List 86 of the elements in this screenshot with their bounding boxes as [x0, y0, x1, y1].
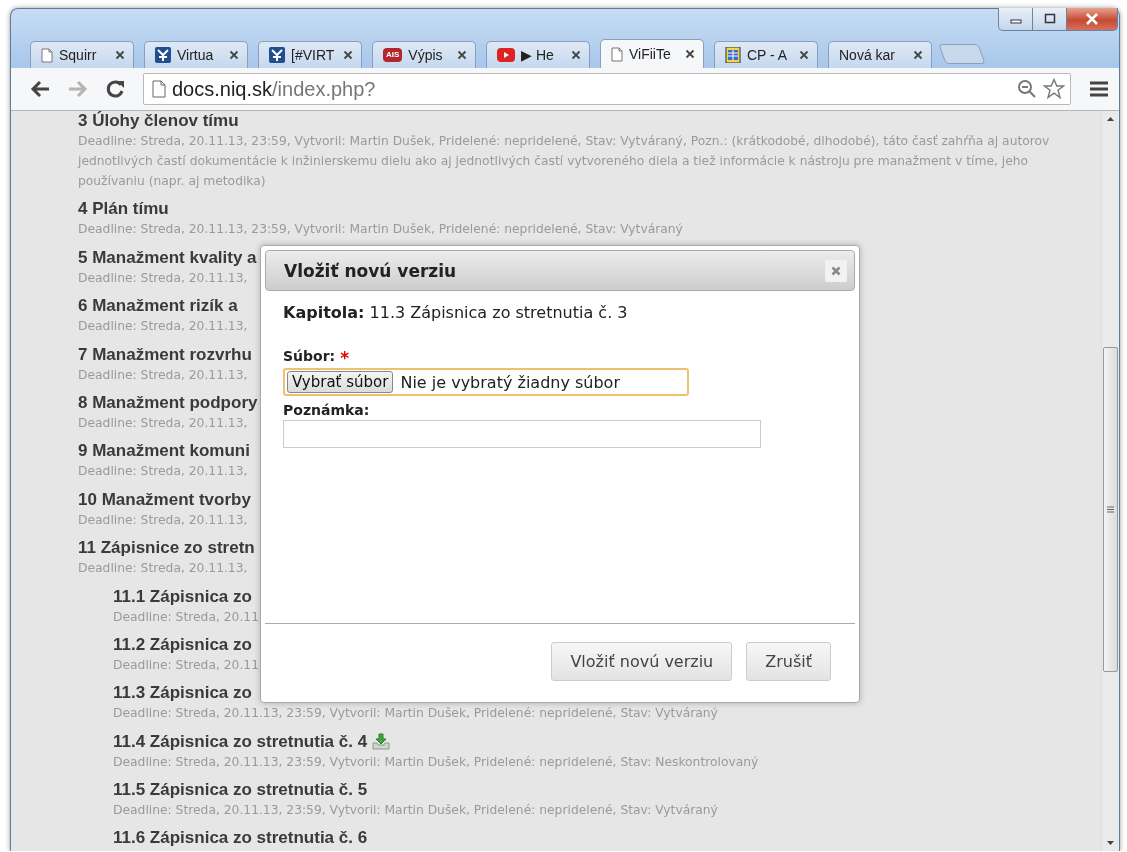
close-icon — [1085, 13, 1099, 25]
grip-icon — [1106, 506, 1115, 513]
chapter-title[interactable]: 11.2 Zápisnica zo — [113, 634, 252, 655]
chapter-title[interactable]: 11.1 Zápisnica zo — [113, 586, 252, 607]
close-icon[interactable] — [571, 50, 581, 60]
badge-icon: AIS — [383, 48, 403, 62]
close-icon[interactable] — [685, 49, 695, 59]
star-icon[interactable] — [1043, 78, 1065, 100]
browser-tab[interactable]: AIS Výpis — [372, 41, 476, 68]
browser-tab[interactable]: ▶ He — [486, 41, 590, 68]
chapter-title[interactable]: 8 Manažment podpory — [78, 392, 258, 413]
chapter-details: Deadline: Streda, 20.11 — [113, 656, 259, 674]
dialog-button[interactable]: Zrušiť — [746, 641, 831, 681]
choose-file-button[interactable]: Vybrať súbor — [287, 371, 394, 393]
browser-tab[interactable]: Squirr — [30, 41, 134, 68]
url-text: docs.niq.sk/index.php? — [172, 77, 376, 101]
chapter-title[interactable]: 7 Manažment rozvrhu — [78, 344, 252, 365]
page-icon — [152, 80, 166, 98]
close-icon — [831, 265, 841, 276]
tab-title: [#VIRT — [291, 47, 336, 63]
browser-tab[interactable]: Nová kar — [828, 41, 932, 68]
chapter-line: Kapitola: 11.3 Zápisnica zo stretnutia č. 3 — [283, 303, 629, 322]
chapter-title[interactable]: 4 Plán tímu — [78, 199, 169, 220]
page-icon — [41, 47, 53, 63]
chapter-details: Deadline: Streda, 20.11.13, 23:59, Vytvoril: Martin Dušek, Pridelené: nepridelené, Stav: Vytváraný — [113, 802, 718, 820]
chapter-details: Deadline: Streda, 20.11.13, — [78, 269, 248, 287]
chapter-title[interactable]: 10 Manažment tvorby — [78, 489, 251, 510]
chapter-title[interactable]: 6 Manažment rizík a — [78, 296, 238, 317]
chapter-title[interactable]: 11.5 Zápisnica zo stretnutia č. 5 — [113, 780, 368, 801]
download-icon[interactable] — [371, 732, 392, 751]
chapter-details: Deadline: Streda, 20.11.13, — [78, 414, 248, 432]
tab-title: Výpis — [408, 47, 444, 63]
file-input[interactable]: Vybrať súbor Nie je vybratý žiadny súbor — [283, 368, 689, 396]
chapter-title[interactable]: 11 Zápisnice zo stretn — [78, 538, 255, 559]
address-bar[interactable]: docs.niq.sk/index.php? — [143, 73, 1071, 105]
close-button[interactable] — [1067, 8, 1118, 31]
chapter-title[interactable]: 5 Manažment kvality a — [78, 247, 257, 268]
page-icon — [611, 46, 623, 62]
field-label: Poznámka: — [283, 402, 370, 418]
chapter-title[interactable]: 11.6 Zápisnica zo stretnutia č. 6 — [113, 828, 368, 849]
maximize-button[interactable] — [1033, 8, 1067, 31]
chapter-details: Deadline: Streda, 20.11.13, 23:59, Vytvoril: Martin Dušek, Pridelené: nepridelené, Stav: Vytváraný — [113, 705, 718, 723]
reload-icon[interactable] — [105, 79, 127, 99]
chapter-details: Deadline: Streda, 20.11.13, 23:59, Vytvoril: Martin Dušek, Pridelené: nepridelené, Stav: Neskontrolovaný — [113, 753, 759, 771]
tab-title: ▶ He — [521, 47, 555, 63]
close-icon[interactable] — [799, 50, 809, 60]
dialog-title: Vložiť novú verziu — [284, 260, 457, 281]
browser-tab[interactable]: CP - A — [714, 41, 818, 68]
chapter-details: Deadline: Streda, 20.11 — [113, 608, 259, 626]
chapter-title[interactable]: 9 Manažment komuni — [78, 441, 250, 462]
chapter-details: Deadline: Streda, 20.11.13, — [78, 318, 248, 336]
note-field[interactable] — [283, 420, 761, 448]
required-mark: * — [340, 348, 350, 368]
back-icon[interactable] — [29, 79, 51, 99]
close-icon[interactable] — [115, 50, 125, 60]
scrollbar[interactable] — [1101, 111, 1119, 851]
chapter-details: Deadline: Streda, 20.11.13, 23:59, Vytvoril: Martin Dušek, Pridelené: nepridelené, Stav: Vytváraný — [78, 221, 683, 239]
close-button[interactable] — [825, 259, 847, 282]
spreadsheet-icon — [725, 47, 741, 63]
close-icon[interactable] — [457, 50, 467, 60]
browser-tab[interactable]: [#VIRT — [258, 41, 362, 68]
maximize-icon — [1042, 13, 1057, 25]
field-label: Súbor: — [283, 348, 336, 366]
dialog-button[interactable]: Vložiť novú verziu — [551, 641, 733, 681]
zoom-icon[interactable] — [1017, 79, 1037, 99]
tab-title: Squirr — [59, 47, 98, 63]
close-icon[interactable] — [229, 50, 239, 60]
chapter-title[interactable]: 11.3 Zápisnica zo — [113, 683, 252, 704]
tab-title: Nová kar — [839, 47, 897, 63]
play-icon — [497, 48, 515, 62]
browser-tab[interactable]: Virtua — [144, 41, 248, 68]
chapter-details: Deadline: Streda, 20.11.13, — [78, 560, 248, 578]
close-icon[interactable] — [343, 50, 353, 60]
tab-title: Virtua — [177, 47, 215, 63]
chapter-details: Deadline: Streda, 20.11.13, — [78, 463, 248, 481]
chapter-title[interactable]: 3 Úlohy členov tímu — [78, 111, 239, 131]
close-icon[interactable] — [913, 50, 923, 60]
file-status: Nie je vybratý žiadny súbor — [400, 372, 620, 392]
tab-title: ViFiiTe — [629, 46, 672, 62]
chapter-details: Deadline: Streda, 20.11.13, — [78, 366, 248, 384]
chapter-details: Deadline: Streda, 20.11.13, — [78, 511, 248, 529]
chapter-title[interactable]: 11.4 Zápisnica zo stretnutia č. 4 — [113, 731, 368, 752]
tab-title: CP - A — [747, 47, 789, 63]
menu-icon[interactable] — [1089, 80, 1109, 98]
browser-tab[interactable]: ViFiiTe — [600, 39, 704, 68]
chapter-details: Deadline: Streda, 20.11.13, 23:59, Vytvoril: Martin Dušek, Pridelené: nepridelené, Stav: Vytváraný, Pozn.: (krátkodobé, dlhodobé), táto časť zahŕňa aj autorov jednotlivých častí dokumentácie k inžinierskemu dielu ako aj jednotlivých častí vytvoreného diela a tiež informácie k nástroju pre manažment v tíme, jeho používaniu (napr. aj metodika) — [78, 133, 1051, 190]
